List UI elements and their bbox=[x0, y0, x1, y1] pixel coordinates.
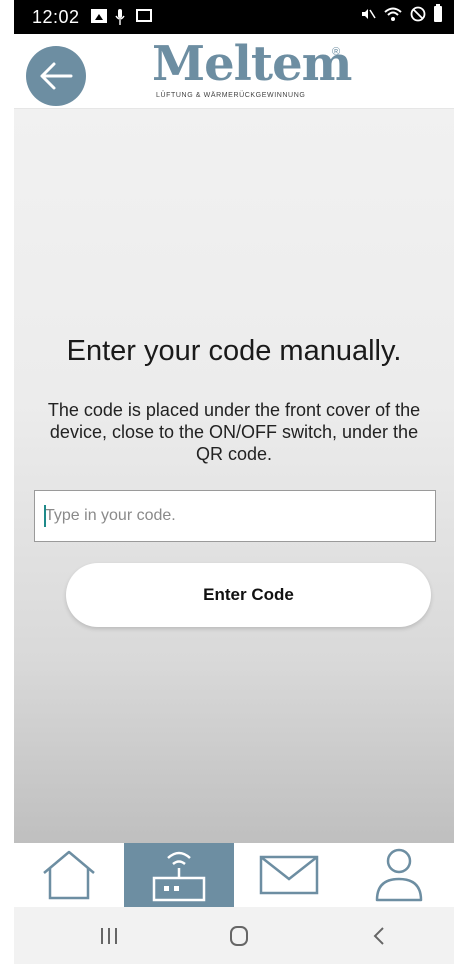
page-title: Enter your code manually. bbox=[66, 335, 402, 367]
main-content: Enter your code manually. The code is pl… bbox=[14, 109, 454, 843]
nav-home[interactable] bbox=[14, 843, 124, 907]
recent-apps-button[interactable] bbox=[94, 923, 124, 949]
logo-wordmark: Meltem bbox=[152, 36, 352, 92]
mail-icon bbox=[259, 855, 319, 895]
status-icons bbox=[360, 4, 442, 22]
do-not-disturb-icon bbox=[410, 6, 426, 22]
code-input[interactable] bbox=[34, 490, 436, 542]
chevron-left-icon bbox=[373, 927, 384, 945]
home-icon bbox=[43, 850, 95, 900]
home-button-icon bbox=[230, 926, 248, 946]
enter-code-button[interactable]: Enter Code bbox=[66, 563, 431, 627]
nav-devices[interactable] bbox=[124, 843, 234, 907]
mail-notification-icon bbox=[136, 9, 152, 22]
battery-icon bbox=[434, 4, 442, 22]
logo-registered-mark: ® bbox=[332, 46, 341, 58]
wifi-icon bbox=[384, 7, 402, 21]
arrow-left-icon bbox=[40, 62, 73, 90]
instruction-text: The code is placed under the front cover… bbox=[47, 400, 421, 464]
user-icon bbox=[375, 848, 423, 902]
meltem-logo: Meltem ® LÜFTUNG & WÄRMERÜCKGEWINNUNG bbox=[152, 38, 352, 102]
microphone-icon bbox=[115, 9, 125, 25]
nav-profile[interactable] bbox=[344, 843, 454, 907]
status-time: 12:02 bbox=[32, 7, 80, 27]
status-bar: 12:02 bbox=[14, 0, 454, 34]
system-back-button[interactable] bbox=[364, 923, 394, 949]
gallery-notification-icon bbox=[91, 9, 107, 23]
app-screen: 12:02 Meltem ® LÜFTUNG & WÄRMERÜCKGEWINN… bbox=[14, 0, 454, 964]
app-header: Meltem ® LÜFTUNG & WÄRMERÜCKGEWINNUNG bbox=[14, 34, 454, 109]
recent-apps-icon bbox=[101, 928, 117, 944]
logo-tagline: LÜFTUNG & WÄRMERÜCKGEWINNUNG bbox=[156, 92, 306, 99]
nav-messages[interactable] bbox=[234, 843, 344, 907]
mute-vibrate-icon bbox=[362, 9, 376, 19]
home-system-button[interactable] bbox=[224, 923, 254, 949]
router-icon bbox=[152, 851, 206, 902]
back-button[interactable] bbox=[26, 46, 86, 106]
system-navigation-bar bbox=[14, 907, 454, 964]
text-cursor bbox=[44, 505, 46, 527]
bottom-navigation bbox=[14, 843, 454, 907]
